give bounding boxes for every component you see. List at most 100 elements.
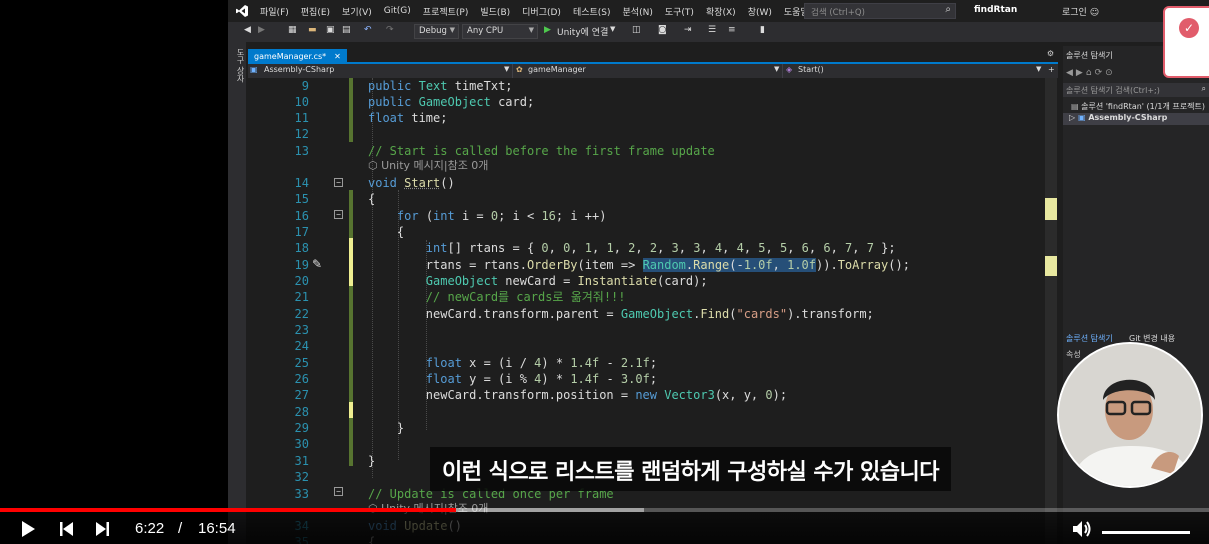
line-number: 11	[294, 111, 309, 125]
toolbox-rail[interactable]: 도구 상자	[228, 42, 246, 544]
save-all-icon[interactable]: ▤	[342, 25, 351, 35]
scroll-marker	[1045, 198, 1057, 220]
back-icon[interactable]: ◀	[1066, 68, 1076, 78]
open-folder-icon[interactable]: ▬	[308, 25, 317, 35]
undo-icon[interactable]: ↶	[364, 25, 372, 35]
tab-solution-explorer[interactable]: 솔루션 탐색기	[1066, 333, 1113, 344]
login-label: 로그인	[1062, 8, 1087, 18]
line-number: 21	[294, 290, 309, 304]
comment-icon[interactable]: ≡	[728, 25, 736, 35]
menu-analyze[interactable]: 분석(N)	[617, 5, 659, 18]
settings-icon[interactable]: ⚙	[1047, 49, 1054, 58]
nav-member[interactable]: Start()	[798, 65, 824, 74]
code-line-22: newCard.transform.parent = GameObject.Fi…	[368, 307, 874, 321]
back-icon[interactable]: ◀	[244, 25, 251, 35]
search-input[interactable]: 검색 (Ctrl+Q) ⌕	[804, 3, 956, 19]
menu-file[interactable]: 파일(F)	[254, 5, 295, 18]
line-number: 26	[294, 372, 309, 386]
new-project-icon[interactable]: ▦	[288, 25, 297, 35]
volume-slider[interactable]	[1102, 531, 1190, 534]
step-icon[interactable]: ⇥	[684, 25, 692, 35]
close-icon[interactable]: ✕	[334, 52, 341, 61]
chevron-down-icon[interactable]: ▼	[1036, 65, 1041, 73]
menu-window[interactable]: 창(W)	[742, 5, 778, 18]
format-icon[interactable]: ☰	[708, 25, 716, 35]
navigation-bar: ▣ Assembly-CSharp ▼ ✿ gameManager ▼ ◈ St…	[248, 64, 1058, 78]
forward-icon[interactable]: ▶	[258, 25, 265, 35]
platform-select[interactable]: Any CPU ▼	[462, 24, 538, 39]
sync-icon[interactable]: ⟳	[1095, 68, 1106, 78]
volume-button[interactable]	[1072, 520, 1092, 542]
play-button[interactable]	[20, 520, 36, 542]
webcam-overlay	[1057, 342, 1203, 488]
chevron-down-icon[interactable]: ▼	[774, 65, 779, 73]
menu-build[interactable]: 빌드(B)	[474, 5, 516, 18]
notification-popup[interactable]: ✓	[1163, 6, 1209, 78]
chevron-down-icon: ▼	[528, 26, 534, 34]
tree-item-solution[interactable]: ▤ 솔루션 'findRtan' (1/1개 프로젝트)	[1071, 101, 1205, 112]
browser-icon[interactable]: ◫	[632, 25, 641, 35]
menu-project[interactable]: 프로젝트(P)	[417, 5, 475, 18]
expand-icon[interactable]: ▷	[1069, 113, 1075, 122]
chevron-down-icon[interactable]: ▼	[504, 65, 509, 73]
player-controls: 6:22 / 16:54	[0, 512, 1209, 544]
menu-debug[interactable]: 디버그(D)	[516, 5, 567, 18]
solution-item-label: 솔루션 'findRtan' (1/1개 프로젝트)	[1081, 102, 1205, 111]
time-current: 6:22	[135, 520, 165, 537]
class-icon: ✿	[516, 65, 523, 74]
tree-item-project[interactable]: ▷ ▣ Assembly-CSharp	[1063, 113, 1209, 125]
login-button[interactable]: 로그인 ☺	[1062, 5, 1099, 18]
time-separator: /	[178, 520, 183, 537]
code-line-14: void Start()	[368, 176, 455, 190]
codelens-start[interactable]: ⬡ Unity 메시지|참조 0개	[368, 158, 488, 174]
chevron-down-icon[interactable]: ▼	[610, 25, 615, 33]
saved-change-bar	[349, 418, 353, 466]
fold-toggle[interactable]: −	[334, 178, 343, 187]
play-icon[interactable]: ▶	[544, 25, 551, 35]
code-line-10: public GameObject card;	[368, 95, 535, 109]
home-icon[interactable]: ⌂	[1086, 68, 1095, 78]
configuration-select[interactable]: Debug ▼	[414, 24, 459, 39]
nav-project[interactable]: Assembly-CSharp	[264, 65, 334, 74]
fold-toggle[interactable]: −	[334, 210, 343, 219]
code-line-19: rtans = rtans.OrderBy(item => Random.Ran…	[368, 258, 910, 272]
time-duration: 16:54	[198, 520, 236, 537]
line-number: 10	[294, 95, 309, 109]
skip-forward-icon	[96, 522, 109, 536]
menu-extensions[interactable]: 확장(X)	[700, 5, 742, 18]
toolbox-label: 도구 상자	[236, 48, 245, 83]
code-line-11: float time;	[368, 111, 448, 125]
quick-action-icon[interactable]: ✎	[312, 257, 322, 271]
line-number: 15	[294, 192, 309, 206]
camera-icon[interactable]: ◙	[658, 25, 667, 35]
next-button[interactable]	[95, 520, 111, 542]
menu-git[interactable]: Git(G)	[378, 6, 417, 16]
play-icon	[22, 521, 35, 537]
solution-search-input[interactable]: 솔루션 탐색기 검색(Ctrl+;) ⌕	[1063, 83, 1209, 97]
video-frame[interactable]: 파일(F) 편집(E) 보기(V) Git(G) 프로젝트(P) 빌드(B) 디…	[0, 0, 1209, 544]
redo-icon[interactable]: ↷	[386, 25, 394, 35]
filter-icon[interactable]: ⊙	[1105, 68, 1116, 78]
menu-edit[interactable]: 편집(E)	[295, 5, 336, 18]
menu-test[interactable]: 테스트(S)	[567, 5, 617, 18]
menu-view[interactable]: 보기(V)	[336, 5, 378, 18]
tab-gamemanager[interactable]: gameManager.cs* ✕	[248, 49, 347, 63]
platform-value: Any CPU	[467, 26, 504, 36]
forward-icon[interactable]: ▶	[1076, 68, 1086, 78]
attach-unity-button[interactable]: Unity에 연결	[557, 25, 608, 38]
scroll-marker	[1045, 256, 1057, 276]
save-icon[interactable]: ▣	[326, 25, 335, 35]
split-icon[interactable]: +	[1048, 65, 1055, 74]
nav-class[interactable]: gameManager	[528, 65, 586, 74]
previous-button[interactable]	[58, 520, 74, 542]
code-line-26: float y = (i % 4) * 1.4f - 3.0f;	[425, 372, 658, 386]
line-number: 27	[294, 388, 309, 402]
bookmark-icon[interactable]: ▮	[760, 25, 765, 35]
menu-bar: 파일(F) 편집(E) 보기(V) Git(G) 프로젝트(P) 빌드(B) 디…	[228, 0, 1209, 22]
fold-toggle[interactable]: −	[334, 487, 343, 496]
saved-change-bar	[349, 286, 353, 414]
menu-tools[interactable]: 도구(T)	[659, 5, 700, 18]
codelens-start-text: Unity 메시지|참조 0개	[381, 159, 489, 172]
volume-icon	[1073, 521, 1091, 537]
vertical-scrollbar[interactable]	[1045, 78, 1057, 544]
